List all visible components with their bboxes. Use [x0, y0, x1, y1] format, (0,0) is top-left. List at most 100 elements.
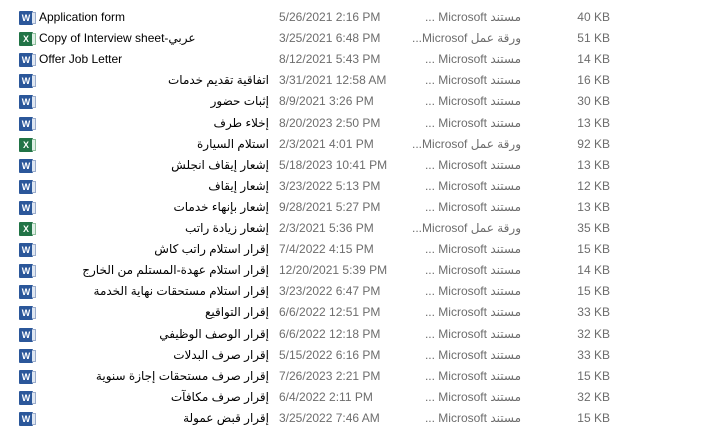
file-type: مستند Microsoft ...: [424, 389, 521, 404]
file-name[interactable]: إشعار زيادة راتب: [39, 218, 269, 239]
file-size: 92 KB: [577, 136, 610, 151]
word-document-icon: W: [19, 264, 36, 279]
file-row[interactable]: W إثبات حضور 8/9/2021 3:26 PM مستند Microso…: [0, 91, 724, 112]
file-date-modified: 6/6/2022 12:18 PM: [279, 326, 381, 341]
file-name[interactable]: إخلاء طرف: [39, 113, 270, 134]
file-size: 40 KB: [577, 10, 610, 24]
file-size: 15 KB: [577, 242, 610, 257]
file-date-modified: 8/20/2023 2:50 PM: [279, 115, 381, 130]
file-size: 13 KB: [577, 157, 610, 172]
word-document-icon: W: [19, 158, 36, 173]
word-document-icon: W: [19, 200, 36, 215]
file-date-modified: 3/23/2022 6:47 PM: [279, 284, 381, 299]
file-name[interactable]: إشعار بإنهاء خدمات: [39, 197, 269, 218]
file-size: 30 KB: [577, 94, 610, 109]
file-type: ورقة عمل Microsof...: [412, 221, 521, 235]
file-name[interactable]: إقرار صرف مستحقات إجازة سنوية: [39, 366, 269, 387]
file-type: مستند Microsoft ...: [424, 199, 521, 214]
word-document-icon: W: [19, 53, 36, 68]
file-row[interactable]: W إقرار الوصف الوظيفي 6/6/2022 12:18 PM مست…: [0, 324, 724, 345]
word-document-icon: W: [19, 369, 36, 384]
word-document-icon: W: [19, 306, 36, 321]
file-name[interactable]: Offer Job Letter: [39, 49, 269, 70]
file-row[interactable]: W إقرار التواقيع 6/6/2022 12:51 PM مستند Mi…: [0, 302, 724, 323]
file-date-modified: 5/26/2021 2:16 PM: [279, 10, 381, 24]
file-type: ورقة عمل Microsof...: [412, 31, 521, 46]
file-row[interactable]: X استلام السيارة 2/3/2021 4:01 PM ورقة عمل …: [0, 134, 724, 155]
file-date-modified: 9/28/2021 5:27 PM: [279, 199, 381, 214]
file-type: مستند Microsoft ...: [424, 73, 521, 88]
file-name[interactable]: إشعار إيقاف: [39, 176, 269, 197]
excel-worksheet-icon: X: [19, 222, 36, 236]
file-size: 15 KB: [577, 284, 610, 299]
file-type: ورقة عمل Microsof...: [412, 136, 521, 151]
file-size: 35 KB: [577, 221, 610, 235]
file-date-modified: 3/25/2021 6:48 PM: [279, 31, 381, 46]
file-date-modified: 5/15/2022 6:16 PM: [279, 347, 381, 362]
excel-worksheet-icon: X: [19, 32, 36, 47]
file-row[interactable]: W إقرار صرف البدلات 5/15/2022 6:16 PM مستند…: [0, 345, 724, 366]
word-document-icon: W: [19, 411, 36, 426]
file-type: مستند Microsoft ...: [424, 242, 521, 257]
file-name[interactable]: إقرار الوصف الوظيفي: [39, 324, 269, 345]
file-name[interactable]: إقرار استلام مستحقات نهاية الخدمة: [39, 281, 269, 302]
file-row[interactable]: W إقرار استلام مستحقات نهاية الخدمة 3/23/2…: [0, 281, 724, 302]
file-size: 12 KB: [577, 178, 610, 193]
file-type: مستند Microsoft ...: [424, 305, 521, 320]
file-size: 33 KB: [577, 305, 610, 320]
file-size: 16 KB: [577, 73, 610, 88]
file-name[interactable]: إقرار استلام عهدة-المستلم من الخارج: [39, 260, 269, 281]
file-type: مستند Microsoft ...: [424, 178, 521, 193]
word-document-icon: W: [19, 327, 36, 342]
file-type: مستند Microsoft ...: [424, 326, 521, 341]
file-date-modified: 6/6/2022 12:51 PM: [279, 305, 381, 320]
file-name[interactable]: استلام السيارة: [39, 134, 269, 155]
file-row[interactable]: W إخلاء طرف 8/20/2023 2:50 PM مستند Microso…: [0, 113, 724, 134]
file-name[interactable]: إقرار استلام راتب كاش: [39, 239, 269, 260]
file-type: مستند Microsoft ...: [424, 410, 521, 425]
file-date-modified: 8/12/2021 5:43 PM: [279, 52, 381, 67]
file-name[interactable]: إقرار قبض عمولة: [39, 408, 269, 429]
file-row[interactable]: W اتفاقية تقديم خدمات 3/31/2021 12:58 AM مس…: [0, 70, 724, 91]
file-type: مستند Microsoft ...: [424, 157, 521, 172]
file-type: مستند Microsoft ...: [424, 368, 521, 383]
file-name[interactable]: إقرار التواقيع: [39, 302, 269, 323]
word-document-icon: W: [19, 74, 36, 89]
word-document-icon: W: [19, 95, 36, 110]
file-row[interactable]: W Offer Job Letter 8/12/2021 5:43 PM مستند …: [0, 49, 724, 70]
file-name[interactable]: اتفاقية تقديم خدمات: [39, 70, 269, 91]
file-name[interactable]: إثبات حضور: [39, 91, 269, 112]
file-name[interactable]: إقرار صرف البدلات: [39, 345, 269, 366]
file-date-modified: 2/3/2021 4:01 PM: [279, 136, 374, 151]
file-row[interactable]: W إشعار إيقاف 3/23/2022 5:13 PM مستند Micro…: [0, 176, 724, 197]
file-name[interactable]: إقرار صرف مكافآت: [39, 387, 269, 408]
word-document-icon: W: [19, 179, 36, 194]
word-document-icon: W: [19, 116, 36, 131]
file-row[interactable]: W إشعار بإنهاء خدمات 9/28/2021 5:27 PM مستن…: [0, 197, 724, 218]
word-document-icon: W: [19, 390, 36, 405]
file-name[interactable]: Application form: [39, 7, 269, 28]
file-size: 15 KB: [577, 368, 610, 383]
file-row[interactable]: W Application form 5/26/2021 2:16 PM مستند …: [0, 7, 724, 28]
file-type: مستند Microsoft ...: [424, 263, 521, 278]
file-row[interactable]: X إشعار زيادة راتب 2/3/2021 5:36 PM ورقة عم…: [0, 218, 724, 239]
file-row[interactable]: W إشعار إيقاف انجلش 5/18/2023 10:41 PM مستن…: [0, 155, 724, 176]
file-date-modified: 7/4/2022 4:15 PM: [279, 242, 374, 257]
file-size: 15 KB: [577, 410, 610, 425]
file-row[interactable]: X Copy of Interview sheet-عربي 3/25/2021 6…: [0, 28, 724, 49]
file-date-modified: 7/26/2023 2:21 PM: [279, 368, 381, 383]
file-row[interactable]: W إقرار صرف مكافآت 6/4/2022 2:11 PM مستند M…: [0, 387, 724, 408]
file-row[interactable]: W إقرار صرف مستحقات إجازة سنوية 7/26/2023 …: [0, 366, 724, 387]
file-size: 32 KB: [577, 326, 610, 341]
file-type: مستند Microsoft ...: [424, 284, 521, 299]
file-row[interactable]: W إقرار استلام راتب كاش 7/4/2022 4:15 PM مس…: [0, 239, 724, 260]
file-size: 33 KB: [577, 347, 610, 362]
file-date-modified: 2/3/2021 5:36 PM: [279, 221, 374, 235]
file-name[interactable]: إشعار إيقاف انجلش: [39, 155, 269, 176]
file-size: 14 KB: [577, 52, 610, 67]
file-row[interactable]: W إقرار استلام عهدة-المستلم من الخارج 12/2…: [0, 260, 724, 281]
file-row[interactable]: W إقرار قبض عمولة 3/25/2022 7:46 AM مستند M…: [0, 408, 724, 429]
file-name[interactable]: Copy of Interview sheet-عربي: [39, 28, 269, 49]
word-document-icon: W: [19, 285, 36, 300]
file-date-modified: 3/25/2022 7:46 AM: [279, 410, 380, 425]
